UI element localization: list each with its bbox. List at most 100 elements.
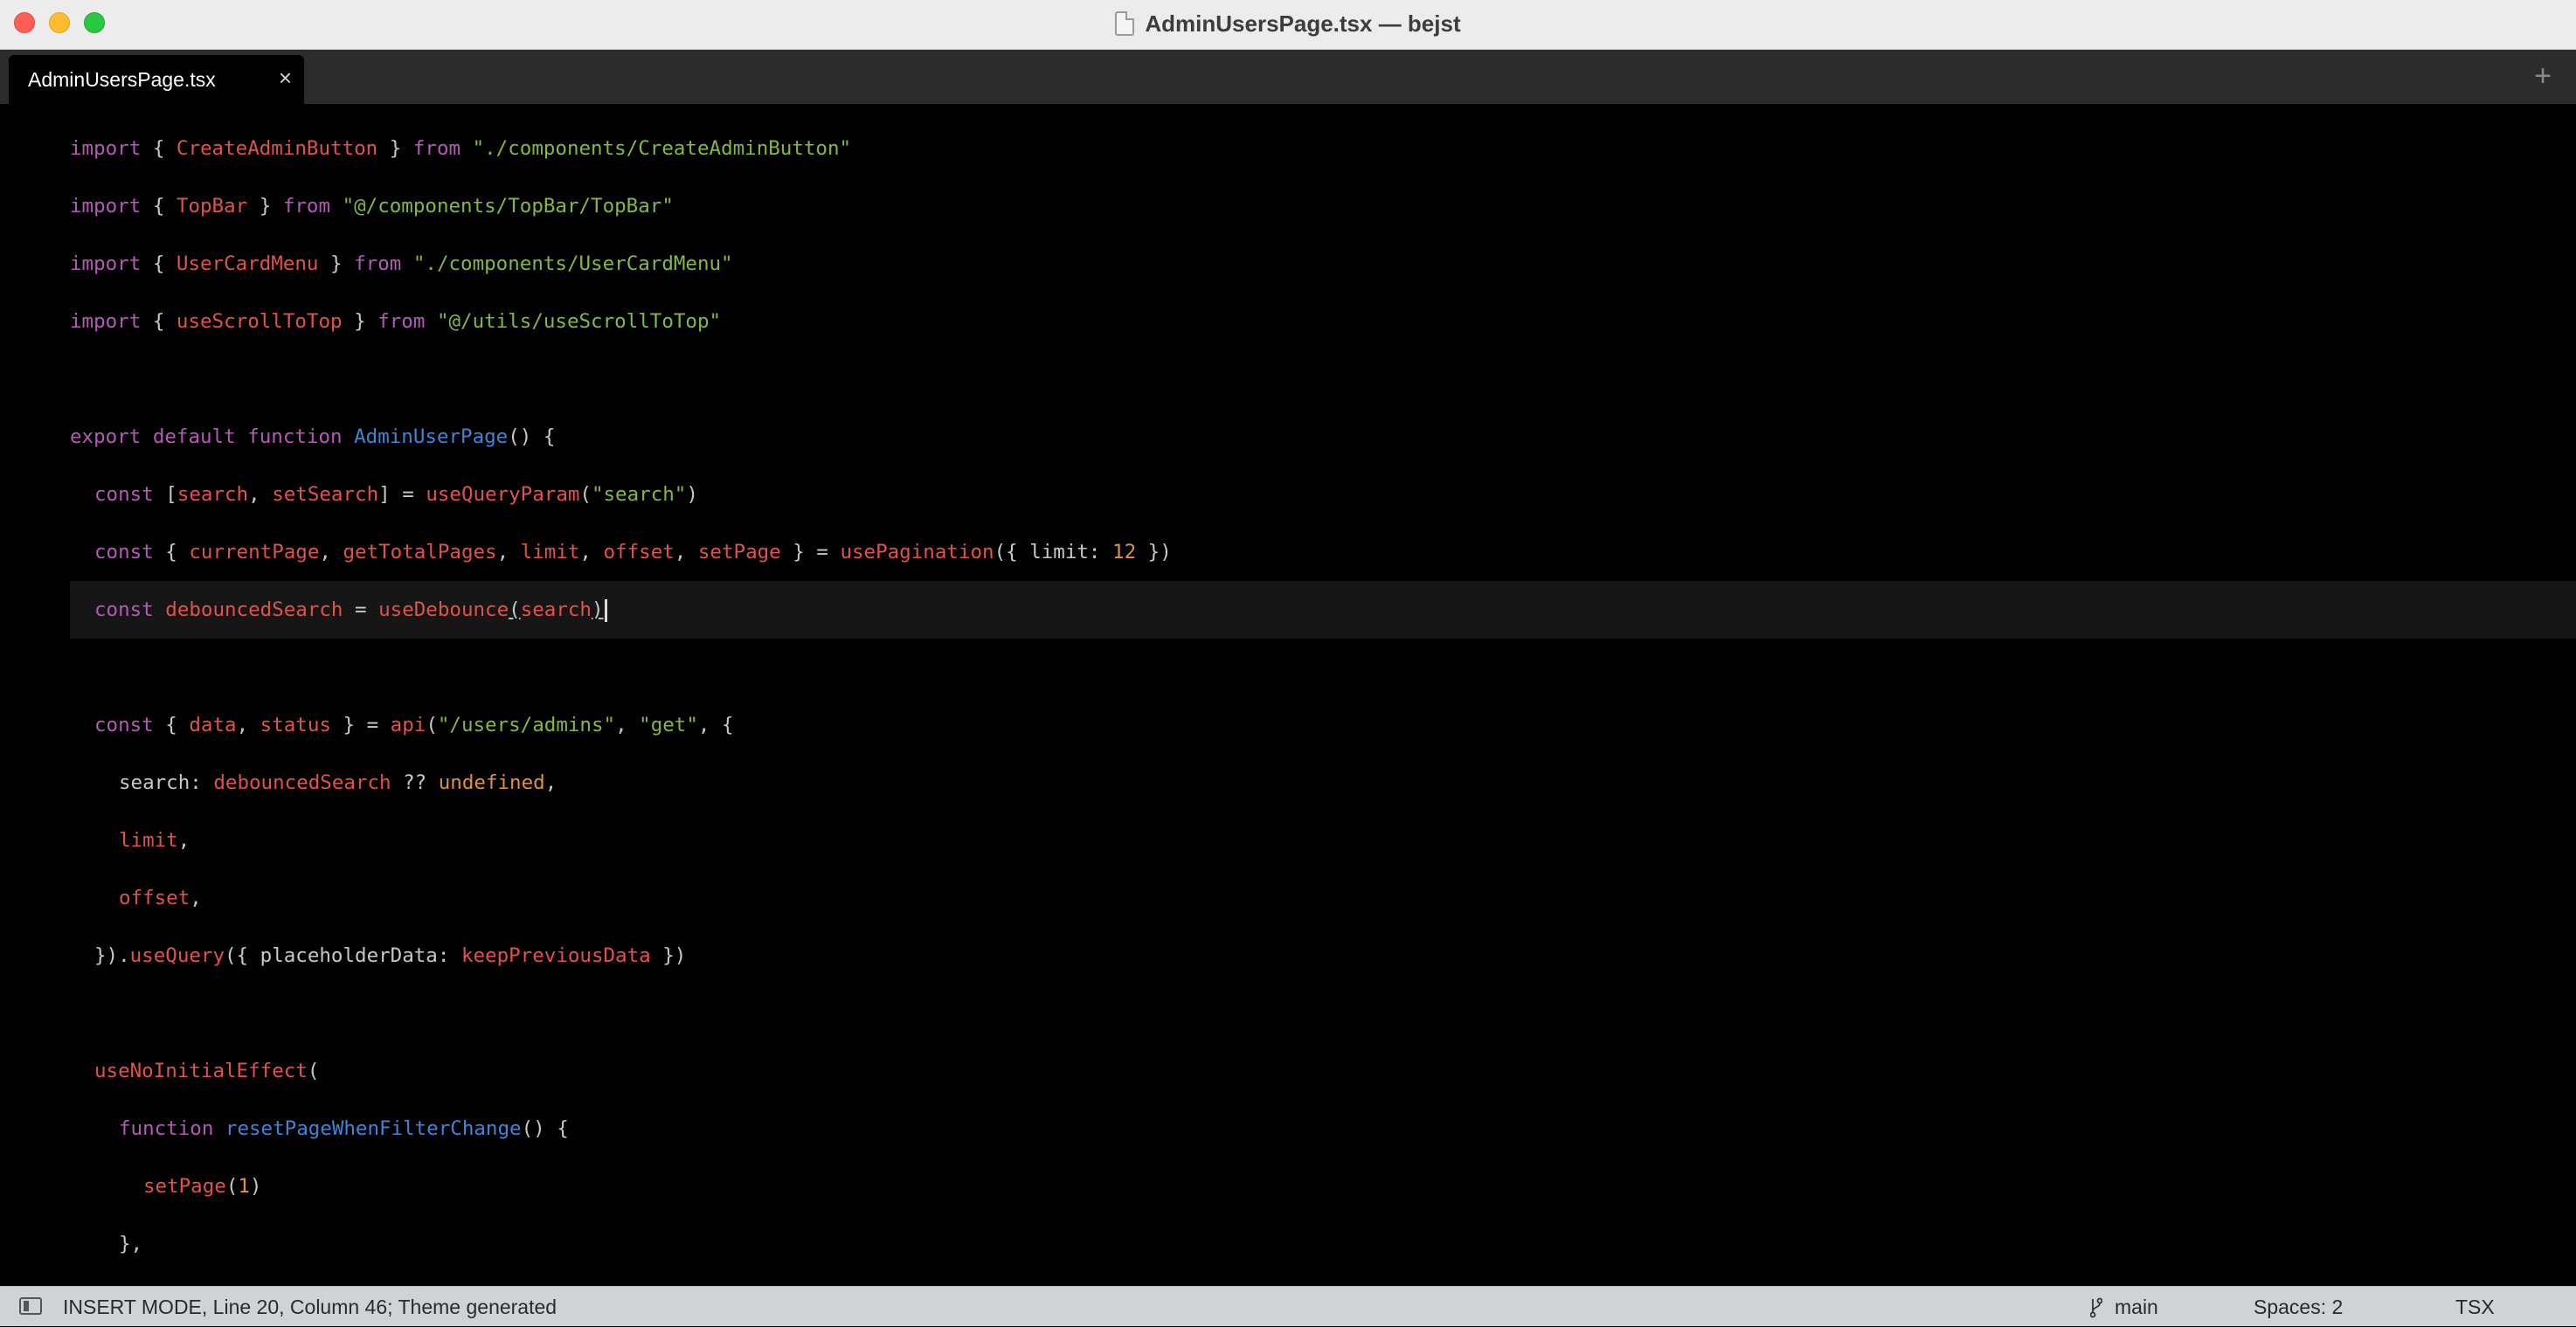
code-token: } <box>342 310 378 333</box>
code-token: const <box>94 541 154 563</box>
code-token: import <box>70 195 142 218</box>
code-token: default <box>152 425 236 448</box>
code-token: ( <box>426 714 438 736</box>
status-bar: INSERT MODE, Line 20, Column 46; Theme g… <box>0 1286 2576 1326</box>
code-token: }). <box>94 944 130 967</box>
code-line[interactable]: useNoInitialEffect( <box>94 1042 319 1100</box>
code-token: from <box>354 252 402 275</box>
code-token: 12 <box>1112 541 1137 563</box>
code-token: 1 <box>238 1175 250 1198</box>
code-token: ) <box>249 1175 262 1198</box>
code-token: { <box>141 252 177 275</box>
code-line[interactable]: }).useQuery({ placeholderData: keepPrevi… <box>94 927 686 985</box>
code-token: , <box>319 541 343 563</box>
document-icon <box>1115 11 1135 36</box>
code-token: limit <box>520 541 580 563</box>
code-line[interactable]: }, <box>119 1215 142 1273</box>
title-bar: AdminUsersPage.tsx — bejst <box>0 0 2576 50</box>
code-token: data <box>189 714 237 736</box>
editor-window: AdminUsersPage.tsx — bejst AdminUsersPag… <box>0 0 2576 1326</box>
code-token: import <box>70 310 142 333</box>
code-token: , { <box>697 714 734 736</box>
editor-mode-status: INSERT MODE, Line 20, Column 46; Theme g… <box>63 1296 557 1318</box>
code-token: const <box>94 714 154 736</box>
code-token: { <box>141 195 177 218</box>
code-token: function <box>247 425 343 448</box>
code-line[interactable]: const [search, setSearch] = useQueryPara… <box>94 466 698 523</box>
code-line[interactable]: limit, <box>119 812 190 869</box>
code-token: "@/components/TopBar/TopBar" <box>342 195 674 218</box>
code-token: debouncedSearch <box>165 598 343 621</box>
code-line[interactable]: function resetPageWhenFilterChange() { <box>119 1100 569 1158</box>
code-token: limit <box>119 829 178 852</box>
code-token: search <box>520 598 592 621</box>
code-line[interactable]: export default function AdminUserPage() … <box>70 408 555 466</box>
window-title-text: AdminUsersPage.tsx — bejst <box>1145 10 1461 37</box>
code-token: = <box>343 598 379 621</box>
code-token: "/users/admins" <box>437 714 616 736</box>
code-token: currentPage <box>189 541 320 563</box>
code-token: import <box>70 252 142 275</box>
code-token: useScrollToTop <box>176 310 343 333</box>
code-token: CreateAdminButton <box>176 137 378 160</box>
code-line[interactable]: search: debouncedSearch ?? undefined, <box>119 754 557 812</box>
code-token: , <box>190 887 202 909</box>
code-line[interactable]: const { currentPage, getTotalPages, limi… <box>94 523 1172 581</box>
code-token: useNoInitialEffect <box>94 1060 308 1082</box>
code-line[interactable]: offset, <box>119 869 202 927</box>
text-cursor <box>604 598 607 622</box>
tab-bar: AdminUsersPage.tsx × + <box>0 50 2576 104</box>
code-token: { <box>153 714 190 736</box>
code-token: resetPageWhenFilterChange <box>225 1117 522 1140</box>
language-mode[interactable]: TSX <box>2455 1287 2495 1327</box>
code-token: usePagination <box>840 541 994 563</box>
code-token: } = <box>330 714 391 736</box>
tab-adminuserspage[interactable]: AdminUsersPage.tsx × <box>9 55 304 104</box>
code-token: api <box>390 714 426 736</box>
code-token: ] = <box>378 483 426 506</box>
code-token: search <box>177 483 249 506</box>
git-branch[interactable]: main <box>2115 1287 2158 1327</box>
code-token: , <box>674 541 698 563</box>
code-token: "./components/CreateAdminButton" <box>472 137 852 160</box>
code-line[interactable]: setPage(1) <box>143 1158 261 1215</box>
code-token: "./components/UserCardMenu" <box>412 252 733 275</box>
code-token: { <box>141 137 177 160</box>
code-line[interactable]: const { data, status } = api("/users/adm… <box>94 696 734 754</box>
code-line-active[interactable]: const debouncedSearch = useDebounce(sear… <box>94 581 607 639</box>
code-token: useQuery <box>129 944 225 967</box>
code-token: keepPreviousData <box>460 944 651 967</box>
code-line[interactable]: import { useScrollToTop } from "@/utils/… <box>70 293 721 350</box>
indentation-setting[interactable]: Spaces: 2 <box>2254 1287 2343 1327</box>
code-token: ) <box>591 598 604 621</box>
code-editor[interactable]: import { CreateAdminButton } from "./com… <box>0 104 2576 1286</box>
sidebar-toggle-icon[interactable] <box>19 1297 42 1315</box>
code-token: useQueryParam <box>426 483 580 506</box>
code-line[interactable]: import { TopBar } from "@/components/Top… <box>70 177 674 235</box>
code-line[interactable]: import { UserCardMenu } from "./componen… <box>70 235 733 293</box>
code-token: from <box>412 137 461 160</box>
code-token: } <box>247 195 283 218</box>
new-tab-button[interactable]: + <box>2534 59 2552 93</box>
code-token: "get" <box>639 714 698 736</box>
git-branch-icon <box>2090 1297 2102 1318</box>
close-tab-icon[interactable]: × <box>279 66 292 90</box>
code-token: setSearch <box>272 483 379 506</box>
code-token: , <box>615 714 640 736</box>
code-token: { <box>141 310 177 333</box>
code-token: } = <box>780 541 841 563</box>
code-token: const <box>94 483 154 506</box>
code-token: AdminUserPage <box>354 425 509 448</box>
code-token: const <box>94 598 154 621</box>
code-line[interactable]: import { CreateAdminButton } from "./com… <box>70 120 851 177</box>
code-token: ( <box>307 1060 320 1082</box>
code-token: , <box>579 541 604 563</box>
code-token: export <box>70 425 142 448</box>
code-token: ?? <box>391 771 439 794</box>
code-token: setPage <box>143 1175 226 1198</box>
